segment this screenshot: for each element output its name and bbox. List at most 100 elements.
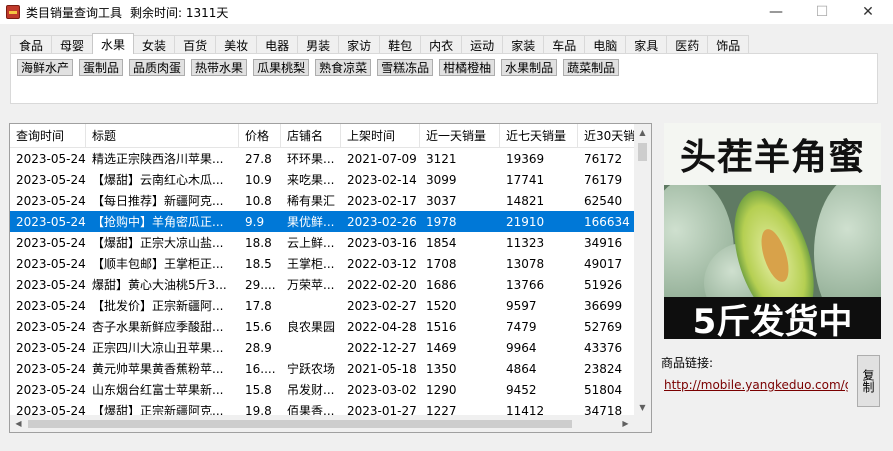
tab-7[interactable]: 男装 [297, 35, 340, 54]
horizontal-scrollbar[interactable]: ◀ ▶ [10, 415, 634, 432]
table-header: 查询时间 标题 价格 店铺名 上架时间 近一天销量 近七天销量 近30天销量 [10, 124, 642, 148]
subcategory-button[interactable]: 雪糕冻品 [377, 59, 434, 76]
tab-9[interactable]: 鞋包 [379, 35, 422, 54]
table-cell: 2023-05-24 [16, 193, 86, 208]
tab-2[interactable]: 水果 [92, 33, 135, 54]
table-cell: 吊发财... [287, 383, 335, 397]
table-cell: 27.8 [245, 151, 272, 166]
table-cell: 2023-02-17 [347, 193, 417, 208]
scroll-down-icon[interactable]: ▼ [634, 399, 651, 416]
column-header[interactable]: 查询时间 [10, 124, 86, 148]
scroll-right-icon[interactable]: ▶ [617, 415, 634, 432]
table-cell: 2023-03-16 [347, 235, 417, 250]
column-header[interactable]: 标题 [86, 124, 239, 148]
table-cell: 宁跃农场 [287, 362, 336, 376]
table-cell: 18.5 [245, 256, 272, 271]
table-row[interactable]: 2023-05-24 【批发价】正宗新疆阿... 17.8 2023-02-27 152… [10, 295, 642, 316]
table-row[interactable]: 2023-05-24 正宗四川大凉山丑苹果... 28.9 2022-12-27 146… [10, 337, 642, 358]
table-cell: 2023-05-24 [16, 151, 86, 166]
scroll-corner [634, 415, 651, 432]
close-button[interactable]: ✕ [845, 0, 891, 24]
tab-1[interactable]: 母婴 [51, 35, 94, 54]
table-cell: 万荣苹... [287, 278, 335, 292]
table-cell: 9964 [506, 340, 537, 355]
sales-table[interactable]: 查询时间 标题 价格 店铺名 上架时间 近一天销量 近七天销量 近30天销量 2023-05-… [9, 123, 652, 433]
table-cell: 【顺丰包邮】王掌柜正... [92, 257, 224, 271]
product-link[interactable]: http://mobile.yangkeduo.com/goods.html [664, 378, 848, 392]
column-header[interactable]: 近七天销量 [500, 124, 578, 148]
table-row[interactable]: 2023-05-24 杏子水果新鲜应季酸甜... 15.6 良农果园 2022-04-2… [10, 316, 642, 337]
table-cell: 76172 [584, 151, 623, 166]
table-cell: 29.... [245, 277, 276, 292]
table-cell: 13078 [506, 256, 545, 271]
table-row[interactable]: 2023-05-24 【爆甜】云南红心木瓜... 10.9 来吃果... 2023-02… [10, 169, 642, 190]
remaining-time: 剩余时间: 1311天 [130, 5, 229, 20]
table-cell: 36699 [584, 298, 623, 313]
table-row[interactable]: 2023-05-24 黄元帅苹果黄香蕉粉苹... 16.... 宁跃农场 2021-05… [10, 358, 642, 379]
maximize-button[interactable]: ☐ [799, 0, 845, 24]
scroll-up-icon[interactable]: ▲ [634, 124, 651, 141]
table-row[interactable]: 2023-05-24 【爆甜】正宗大凉山盐... 18.8 云上鲜... 2023-03… [10, 232, 642, 253]
table-cell: 17.8 [245, 298, 272, 313]
tab-16[interactable]: 医药 [666, 35, 709, 54]
table-cell: 3121 [426, 151, 457, 166]
tab-8[interactable]: 家访 [338, 35, 381, 54]
tab-12[interactable]: 家装 [502, 35, 545, 54]
subcategory-button[interactable]: 柑橘橙柚 [439, 59, 496, 76]
scroll-left-icon[interactable]: ◀ [10, 415, 27, 432]
tab-17[interactable]: 饰品 [707, 35, 750, 54]
tab-3[interactable]: 女装 [133, 35, 176, 54]
table-cell: 王掌柜... [287, 257, 335, 271]
table-cell [281, 337, 341, 358]
minimize-button[interactable]: — [753, 0, 799, 24]
table-cell: 【爆甜】正宗大凉山盐... [92, 236, 224, 250]
table-cell: 2023-05-24 [16, 172, 86, 187]
subcategory-button[interactable]: 瓜果桃梨 [253, 59, 310, 76]
table-row[interactable]: 2023-05-24 【每日推荐】新疆阿克... 10.8 稀有果汇 2023-02-1… [10, 190, 642, 211]
table-cell: 1854 [426, 235, 457, 250]
column-header[interactable]: 近30天销量 [578, 124, 642, 148]
table-row[interactable]: 2023-05-24 山东烟台红富士苹果新... 15.8 吊发财... 2023-03… [10, 379, 642, 400]
table-row[interactable]: 2023-05-24 爆甜】黄心大油桃5斤3... 29.... 万荣苹... 2022… [10, 274, 642, 295]
table-cell: 【批发价】正宗新疆阿... [92, 299, 224, 313]
table-cell: 2023-05-24 [16, 298, 86, 313]
horizontal-scroll-thumb[interactable] [28, 420, 572, 428]
table-row[interactable]: 2023-05-24 【顺丰包邮】王掌柜正... 18.5 王掌柜... 2022-03… [10, 253, 642, 274]
tab-10[interactable]: 内衣 [420, 35, 463, 54]
tab-13[interactable]: 车品 [543, 35, 586, 54]
link-label: 商品链接: [661, 356, 714, 370]
subcategory-button[interactable]: 海鲜水产 [17, 59, 74, 76]
tab-0[interactable]: 食品 [10, 35, 53, 54]
subcategory-button[interactable]: 熟食凉菜 [315, 59, 372, 76]
tab-4[interactable]: 百货 [174, 35, 217, 54]
subcategory-panel: 海鲜水产 蛋制品 品质肉蛋 热带水果 瓜果桃梨 熟食凉菜 雪糕冻品 柑橘橙柚 水果制品 蔬菜制品 [10, 53, 878, 104]
table-row[interactable]: 2023-05-24 精选正宗陕西洛川苹果... 27.8 环环果... 2021-07… [10, 148, 642, 169]
subcategory-button[interactable]: 蔬菜制品 [563, 59, 620, 76]
column-header[interactable]: 上架时间 [341, 124, 420, 148]
vertical-scroll-thumb[interactable] [638, 143, 647, 161]
tab-15[interactable]: 家具 [625, 35, 668, 54]
tab-14[interactable]: 电脑 [584, 35, 627, 54]
table-cell: 1708 [426, 256, 457, 271]
column-header[interactable]: 店铺名 [281, 124, 341, 148]
table-row[interactable]: 2023-05-24 【抢购中】羊角密瓜正... 9.9 果优鲜... 2023-02-… [10, 211, 642, 232]
subcategory-button[interactable]: 蛋制品 [79, 59, 124, 76]
column-header[interactable]: 价格 [239, 124, 281, 148]
subcategory-button[interactable]: 热带水果 [191, 59, 248, 76]
subcategory-button[interactable]: 品质肉蛋 [129, 59, 186, 76]
subcategory-button[interactable]: 水果制品 [501, 59, 558, 76]
table-cell: 2023-05-24 [16, 382, 86, 397]
copy-button[interactable]: 复制 [857, 355, 880, 407]
table-cell: 19369 [506, 151, 545, 166]
table-cell: 2023-05-24 [16, 214, 86, 229]
tab-11[interactable]: 运动 [461, 35, 504, 54]
tab-6[interactable]: 电器 [256, 35, 299, 54]
table-cell: 【爆甜】云南红心木瓜... [92, 173, 224, 187]
table-cell: 爆甜】黄心大油桃5斤3... [92, 278, 227, 292]
column-header[interactable]: 近一天销量 [420, 124, 500, 148]
tab-5[interactable]: 美妆 [215, 35, 258, 54]
table-cell: 1978 [426, 214, 457, 229]
table-cell: 1686 [426, 277, 457, 292]
vertical-scrollbar[interactable]: ▲ ▼ [634, 124, 651, 416]
title-bar: 类目销量查询工具 剩余时间: 1311天 — ☐ ✕ [0, 0, 893, 24]
